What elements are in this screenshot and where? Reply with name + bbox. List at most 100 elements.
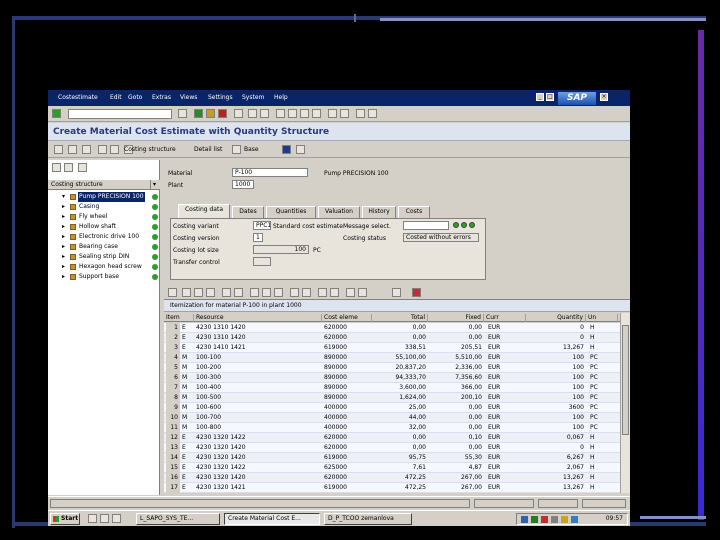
quicklaunch-mail-icon[interactable] (112, 514, 121, 523)
tray-volume-icon[interactable] (561, 516, 568, 523)
expand-all-icon[interactable] (52, 163, 61, 172)
columns-icon[interactable] (318, 288, 327, 297)
refresh-icon[interactable] (68, 145, 77, 154)
quicklaunch-browser-icon[interactable] (100, 514, 109, 523)
first-page-icon[interactable] (276, 109, 285, 118)
find-icon[interactable] (248, 109, 257, 118)
column-item[interactable]: Item (166, 314, 194, 322)
layout-select-icon[interactable] (302, 288, 311, 297)
table-row[interactable]: 11 M 100-800 400000 32,00 0,00 EUR 100 PC (164, 423, 620, 433)
task-sap-logon[interactable]: L_SAPO_SYS_TE... (136, 513, 220, 525)
tree-settings-icon[interactable] (78, 163, 87, 172)
table-row[interactable]: 6 M 100-300 890000 94,333,70 7,356,60 EUR 100 PC (164, 373, 620, 383)
cancel-icon[interactable] (218, 109, 227, 118)
info-grid-icon[interactable] (392, 288, 401, 297)
tray-printer-icon[interactable] (551, 516, 558, 523)
table-row[interactable]: 17 E 4230 1320 1421 619000 472,25 267,00 EUR 13… (164, 483, 620, 493)
table-row[interactable]: 5 M 100-200 890000 20,837,20 2,336,00 EUR 100 PC (164, 363, 620, 373)
minimize-icon[interactable]: _ (536, 93, 544, 101)
detail-list-button[interactable]: Detail list (194, 146, 222, 153)
expand-node-icon[interactable]: ▸ (62, 222, 68, 232)
expand-node-icon[interactable]: ▸ (62, 212, 68, 222)
tree-item[interactable]: ▸ Fly wheel (48, 212, 160, 222)
refresh-grid-icon[interactable] (182, 288, 191, 297)
close-icon[interactable]: × (600, 93, 608, 101)
tray-monitor-icon[interactable] (571, 516, 578, 523)
expand-node-icon[interactable]: ▸ (62, 232, 68, 242)
display-list-icon[interactable] (296, 145, 305, 154)
column-fixed[interactable]: Fixed (430, 314, 484, 322)
edit-icon[interactable] (232, 145, 241, 154)
details-icon[interactable] (168, 288, 177, 297)
table-row[interactable]: 14 E 4230 1320 1420 619000 95,75 55,30 EUR 6,26… (164, 453, 620, 463)
start-button[interactable]: Start (50, 513, 80, 525)
exit-icon[interactable] (206, 109, 215, 118)
maximize-icon[interactable]: □ (546, 93, 554, 101)
sort-desc-icon[interactable] (206, 288, 215, 297)
message-select-field[interactable] (403, 221, 449, 230)
layout-change-icon[interactable] (290, 288, 299, 297)
tree-item[interactable]: ▸ Bearing case (48, 242, 160, 252)
subtotal-icon[interactable] (250, 288, 259, 297)
expand-node-icon[interactable]: ▾ (62, 192, 68, 202)
tree-item[interactable]: ▸ Sealing strip DIN (48, 252, 160, 262)
menu-goto[interactable]: Goto (128, 94, 142, 101)
task-create-material-cost-estimate[interactable]: Create Material Cost E... (224, 513, 320, 525)
shortcut-icon[interactable] (340, 109, 349, 118)
filter-icon[interactable] (222, 288, 231, 297)
display-icon[interactable] (110, 145, 119, 154)
tab-history[interactable]: History (362, 206, 396, 218)
tree-item[interactable]: ▸ Support base (48, 272, 160, 282)
table-row[interactable]: 12 E 4230 1320 1422 620000 0,00 0,10 EUR 0,067 H (164, 433, 620, 443)
material-field[interactable]: P-100 (232, 168, 308, 177)
expand-node-icon[interactable]: ▸ (62, 202, 68, 212)
tab-costing-data[interactable]: Costing data (178, 204, 230, 218)
base-button[interactable]: Base (244, 146, 259, 153)
table-row[interactable]: 15 E 4230 1320 1422 625000 7,61 4,87 EUR 2,067 H (164, 463, 620, 473)
expand-node-icon[interactable]: ▸ (62, 272, 68, 282)
costing-variant-field[interactable]: PPC1 (253, 221, 271, 230)
print-grid-icon[interactable] (262, 288, 271, 297)
system-info-field[interactable] (474, 499, 534, 508)
scrollbar-thumb[interactable] (622, 325, 629, 435)
plant-field[interactable]: 1000 (232, 180, 254, 189)
column-resource[interactable]: Resource (196, 314, 322, 322)
table-row[interactable]: 16 E 4230 1320 1420 620000 472,25 267,00 EUR 13… (164, 473, 620, 483)
tree-column-header[interactable]: Costing structure ▾ (48, 180, 160, 190)
expand-node-icon[interactable]: ▸ (62, 262, 68, 272)
menu-system[interactable]: System (242, 94, 264, 101)
export-icon[interactable] (274, 288, 283, 297)
last-page-icon[interactable] (312, 109, 321, 118)
column-total[interactable]: Total (374, 314, 428, 322)
task-sap-session[interactable]: D_P_TCOO zemanlova (324, 513, 412, 525)
dropdown-arrow-icon[interactable]: ▾ (150, 180, 158, 189)
info-icon[interactable] (282, 145, 291, 154)
quicklaunch-desktop-icon[interactable] (88, 514, 97, 523)
table-row[interactable]: 9 M 100-600 400000 25,00 0,00 EUR 3600 PC (164, 403, 620, 413)
menu-extras[interactable]: Extras (152, 94, 171, 101)
new-icon[interactable] (54, 145, 63, 154)
tree-item[interactable]: ▸ Hollow shaft (48, 222, 160, 232)
table-row[interactable]: 1 E 4230 1310 1420 620000 0,00 0,00 EUR 0 H (164, 323, 620, 333)
tree-item[interactable]: ▸ Electronic drive 100 (48, 232, 160, 242)
costing-version-field[interactable]: 1 (253, 233, 263, 242)
menu-views[interactable]: Views (180, 94, 197, 101)
tab-costs[interactable]: Costs (398, 206, 430, 218)
table-row[interactable]: 7 M 100-400 890000 3,600,00 366,00 EUR 100 PC (164, 383, 620, 393)
layout-icon[interactable] (368, 109, 377, 118)
insert-icon[interactable] (346, 288, 355, 297)
other-icon[interactable] (98, 145, 107, 154)
delete-icon[interactable] (358, 288, 367, 297)
copy-icon[interactable] (82, 145, 91, 154)
table-row[interactable]: 4 M 100-100 890000 55,100,00 5,510,00 EUR 100 PC (164, 353, 620, 363)
table-row[interactable]: 10 M 100-700 400000 44,00 0,00 EUR 100 PC (164, 413, 620, 423)
column-currency[interactable]: Curr (486, 314, 526, 322)
next-page-icon[interactable] (300, 109, 309, 118)
find-next-icon[interactable] (260, 109, 269, 118)
print-icon[interactable] (234, 109, 243, 118)
collapse-all-icon[interactable] (64, 163, 73, 172)
previous-page-icon[interactable] (288, 109, 297, 118)
tree-item[interactable]: ▾ Pump PRECISION 100 (48, 192, 160, 202)
itemization-scrollbar[interactable] (620, 313, 630, 493)
chart-icon[interactable] (412, 288, 421, 297)
